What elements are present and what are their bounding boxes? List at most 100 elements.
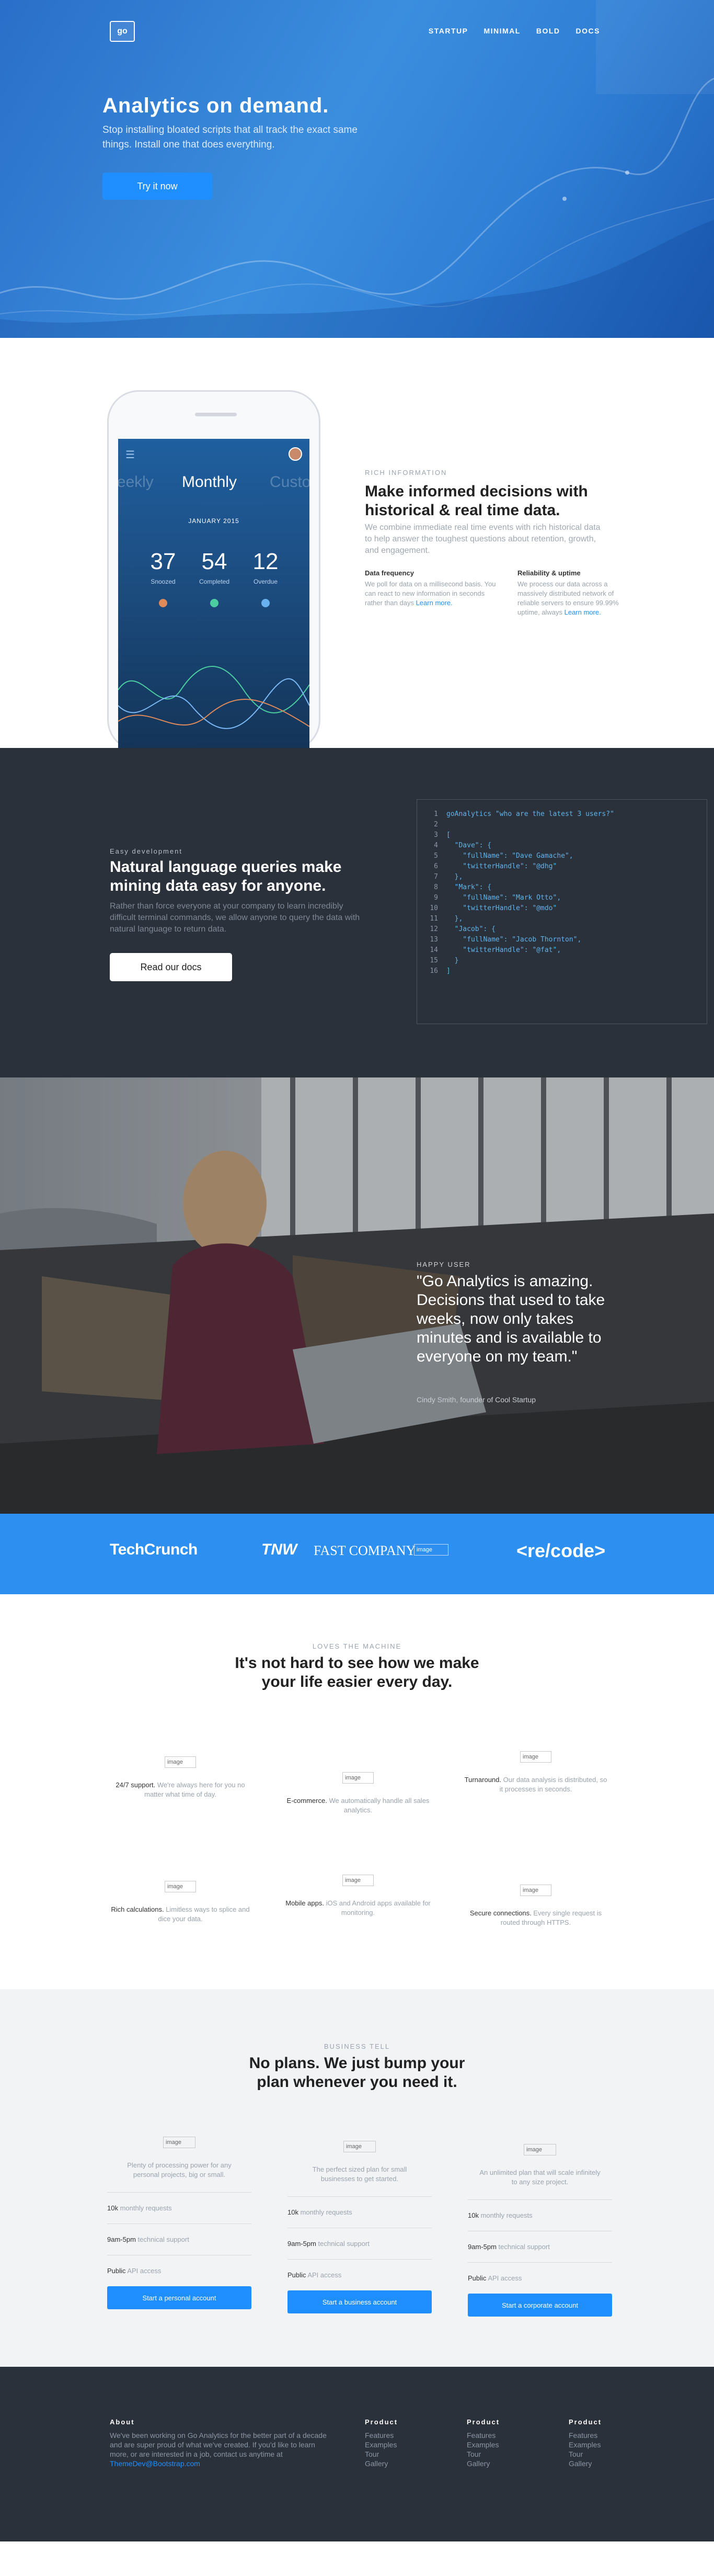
start-personal-account-button[interactable]: Start a personal account [107, 2286, 251, 2309]
footer-link-tour[interactable]: Tour [365, 2449, 397, 2459]
plan-feature-text: technical support [316, 2240, 370, 2248]
footer-email-link[interactable]: ThemeDev@Bootstrap.com [110, 2459, 200, 2468]
plan-description: Plenty of processing power for any perso… [127, 2161, 232, 2178]
line-number: 13 [430, 936, 438, 944]
line-number: 14 [430, 946, 438, 954]
footer-link-examples[interactable]: Examples [569, 2440, 601, 2449]
pricing-title: No plans. We just bump your plan wheneve… [0, 2054, 714, 2092]
top-nav: STARTUP MINIMAL BOLD DOCS [429, 27, 600, 35]
code-text: "Mark": { [446, 883, 492, 891]
benefit-item: image Mobile apps. iOS and Android apps … [285, 1875, 431, 1917]
code-line: 16] [417, 967, 707, 978]
code-text: "Jacob": { [446, 925, 496, 933]
recode-logo: <re/code> [516, 1540, 606, 1561]
phone-mockup: ☰ Weekly Monthly Custom JANUARY 2015 37 … [107, 390, 320, 748]
code-line: 5 "fullName": "Dave Gamache", [417, 852, 707, 863]
plan-feature-bold: Public [287, 2271, 306, 2279]
footer-link-tour[interactable]: Tour [569, 2449, 601, 2459]
code-text: "fullName": "Jacob Thornton", [446, 936, 582, 944]
hero-section: go STARTUP MINIMAL BOLD DOCS Analytics o… [0, 0, 714, 338]
code-line: 12 "Jacob": { [417, 925, 707, 936]
stat-value: 54 [201, 549, 227, 574]
footer-link-gallery[interactable]: Gallery [467, 2459, 499, 2468]
start-business-account-button[interactable]: Start a business account [287, 2290, 432, 2313]
code-line: 14 "twitterHandle": "@fat", [417, 946, 707, 957]
about-text: We've been working on Go Analytics for t… [110, 2431, 327, 2458]
footer-about-text: We've been working on Go Analytics for t… [110, 2431, 329, 2468]
logo[interactable]: go [110, 21, 135, 42]
try-it-now-button[interactable]: Try it now [102, 173, 212, 200]
benefit-text: 24/7 support. We're always here for you … [107, 1780, 254, 1799]
benefit-desc: We automatically handle all sales analyt… [327, 1797, 430, 1814]
line-number: 10 [430, 904, 438, 912]
footer-link-features[interactable]: Features [365, 2431, 397, 2440]
plan-feature-row: 10k monthly requests [107, 2192, 251, 2223]
phone-date: JANUARY 2015 [188, 517, 239, 525]
testimonial-quote: "Go Analytics is amazing. Decisions that… [417, 1273, 605, 1365]
line-number: 5 [434, 852, 438, 860]
benefits-kicker: LOVES THE MACHINE [312, 1642, 402, 1650]
plan-feature-text: API access [306, 2271, 342, 2279]
hamburger-icon: ☰ [125, 449, 135, 461]
plan-feature-bold: Public [107, 2267, 126, 2275]
nav-link-minimal[interactable]: MINIMAL [483, 27, 520, 35]
pricing-title-text: No plans. We just bump your plan wheneve… [249, 2055, 465, 2091]
pricing-kicker: BUSINESS TELL [324, 2042, 390, 2050]
footer-link-tour[interactable]: Tour [467, 2449, 499, 2459]
learn-more-link[interactable]: Learn more. [565, 608, 601, 616]
press-logos-section: TechCrunch TNW FAST COMPANY image <re/co… [0, 1514, 714, 1594]
footer-link-features[interactable]: Features [467, 2431, 499, 2440]
benefit-bold: E-commerce. [286, 1797, 327, 1805]
plan-feature-bold: 9am-5pm [107, 2235, 136, 2243]
code-text: "fullName": "Dave Gamache", [446, 852, 573, 860]
plan-business: image The perfect sized plan for small b… [287, 2141, 432, 2313]
benefit-item: image Turnaround. Our data analysis is d… [463, 1751, 609, 1794]
nav-link-bold[interactable]: BOLD [536, 27, 560, 35]
plan-corporate: image An unlimited plan that will scale … [468, 2144, 612, 2317]
nav-link-startup[interactable]: STARTUP [429, 27, 468, 35]
testimonial-section: HAPPY USER "Go Analytics is amazing. Dec… [0, 1077, 714, 1514]
line-number: 1 [434, 810, 438, 818]
benefit-text: Rich calculations. Limitless ways to spl… [107, 1905, 254, 1924]
phone-wave-chart [118, 666, 309, 729]
nav-link-docs[interactable]: DOCS [576, 27, 600, 35]
techcrunch-logo: TechCrunch [110, 1541, 198, 1558]
footer-section: About We've been working on Go Analytics… [0, 2367, 714, 2541]
plan-description: An unlimited plan that will scale infini… [479, 2169, 601, 2186]
line-number: 8 [434, 883, 438, 891]
testimonial-kicker: HAPPY USER [417, 1261, 471, 1268]
stat-label: Completed [199, 578, 230, 585]
benefit-desc: We're always here for you no matter what… [144, 1781, 245, 1798]
benefit-bold: Turnaround. [464, 1776, 501, 1784]
footer-link-gallery[interactable]: Gallery [569, 2459, 601, 2468]
status-dot [210, 599, 218, 607]
benefit-text: Mobile apps. iOS and Android apps availa… [285, 1899, 431, 1917]
footer-link-examples[interactable]: Examples [365, 2440, 397, 2449]
plan-feature-bold: 10k [107, 2204, 118, 2212]
plan-feature-bold: 10k [468, 2211, 479, 2219]
footer-link-features[interactable]: Features [569, 2431, 601, 2440]
footer-link-examples[interactable]: Examples [467, 2440, 499, 2449]
read-docs-button[interactable]: Read our docs [110, 953, 232, 981]
start-corporate-account-button[interactable]: Start a corporate account [468, 2294, 612, 2317]
line-number: 11 [430, 915, 438, 923]
plan-feature-bold: 10k [287, 2208, 298, 2216]
line-number: 2 [434, 821, 438, 829]
footer-column-heading: Product [467, 2418, 500, 2426]
fast-company-logo: FAST COMPANY [314, 1543, 416, 1558]
line-number: 15 [430, 957, 438, 964]
hero-subtitle: Stop installing bloated scripts that all… [102, 124, 358, 150]
benefit-image: image [520, 1885, 551, 1896]
code-line: 6 "twitterHandle": "@dhg" [417, 863, 707, 873]
benefits-title-text: It's not hard to see how we make your li… [235, 1654, 479, 1690]
learn-more-link[interactable]: Learn more. [416, 599, 453, 607]
footer-link-gallery[interactable]: Gallery [365, 2459, 397, 2468]
code-block: 1 goAnalytics "who are the latest 3 users… [417, 799, 707, 1024]
code-title: Natural language queries make mining dat… [110, 858, 342, 894]
benefit-image: image [520, 1751, 551, 1763]
footer-column-links: Features Examples Tour Gallery [365, 2431, 397, 2468]
code-text: "twitterHandle": "@mdo" [446, 904, 557, 912]
code-line: 15 } [417, 957, 707, 967]
code-text: [ [446, 831, 451, 839]
benefit-image: image [165, 1756, 196, 1768]
